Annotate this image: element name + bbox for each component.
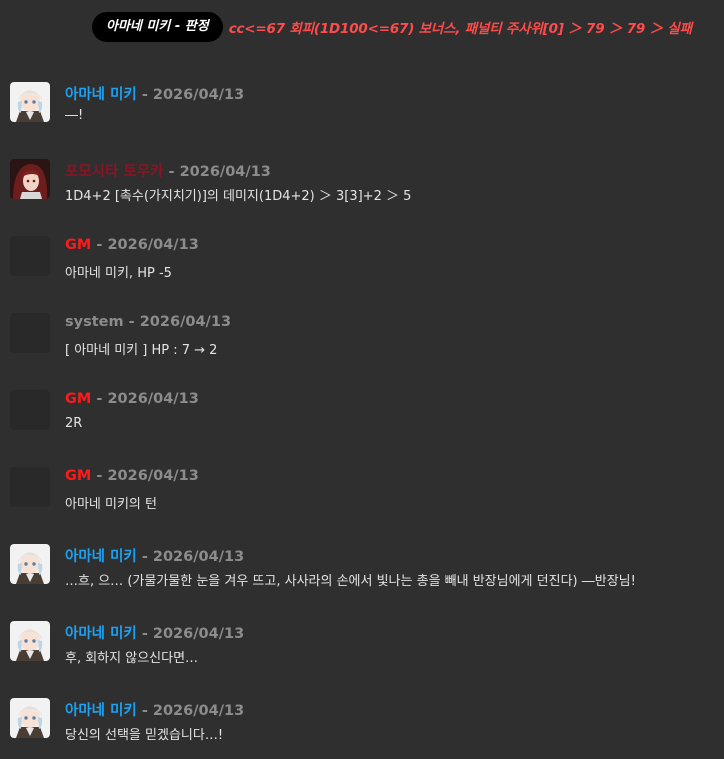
amane-avatar-icon [10,698,50,738]
message-text: 2R [65,416,83,431]
sender-name: 아마네 미키 [65,87,137,103]
sender-name: GM [65,237,92,253]
chat-message: 아마네 미키 - 2026/04/13 …흐, 으… (가물가물한 눈을 겨우 … [10,544,710,604]
message-text: 후, 회하지 않으신다면… [65,651,199,666]
chat-message: 포모시타 토우카 - 2026/04/13 1D4+2 [촉수(가지치기)]의 … [10,159,710,219]
amane-avatar-icon [10,82,50,122]
message-date: - 2026/04/13 [141,549,245,565]
sender-name: 아마네 미키 [65,703,137,719]
message-header: GM - 2026/04/13 [65,391,199,407]
sender-name: 아마네 미키 [65,549,137,565]
message-header: 아마네 미키 - 2026/04/13 [65,622,244,643]
sender-name: GM [65,468,92,484]
blank-avatar[interactable] [10,236,50,276]
message-text: 아마네 미키, HP -5 [65,266,172,281]
message-date: - 2026/04/13 [141,626,245,642]
redhair-avatar[interactable] [10,159,50,199]
chat-message: 아마네 미키 - 2026/04/13 후, 회하지 않으신다면… [10,621,710,681]
message-text: 1D4+2 [촉수(가지치기)]의 데미지(1D4+2) ＞ 3[3]+2 ＞ … [65,189,412,204]
message-date: - 2026/04/13 [96,391,199,407]
message-text: 아마네 미키의 턴 [65,497,157,512]
message-text: 당신의 선택을 믿겠습니다…! [65,728,224,743]
blank-avatar[interactable] [10,313,50,353]
message-header: 포모시타 토우카 - 2026/04/13 [65,160,271,181]
message-header: system - 2026/04/13 [65,314,231,330]
message-date: - 2026/04/13 [168,164,271,180]
chat-message: GM - 2026/04/13 아마네 미키의 턴 [10,467,710,527]
message-header: GM - 2026/04/13 [65,468,199,484]
message-header: 아마네 미키 - 2026/04/13 [65,83,244,104]
message-date: - 2026/04/13 [141,703,245,719]
sender-name: 아마네 미키 [65,626,137,642]
chat-message: system - 2026/04/13 [ 아마네 미키 ] HP : 7 → … [10,313,710,373]
chat-message: GM - 2026/04/13 아마네 미키, HP -5 [10,236,710,296]
message-text: ―! [65,108,84,123]
redhair-avatar-icon [10,159,50,199]
message-header: GM - 2026/04/13 [65,237,199,253]
message-header: 아마네 미키 - 2026/04/13 [65,699,244,720]
message-text: [ 아마네 미키 ] HP : 7 → 2 [65,343,218,358]
roll-speaker-chip: 아마네 미키 - 판정 [92,12,223,42]
sender-name: GM [65,391,92,407]
amane-avatar[interactable] [10,82,50,122]
amane-avatar[interactable] [10,544,50,584]
dice-roll-message: 아마네 미키 - 판정 cc<=67 회피(1D100<=67) 보너스, 패널… [92,12,724,42]
blank-avatar[interactable] [10,390,50,430]
message-date: - 2026/04/13 [128,314,232,330]
message-date: - 2026/04/13 [96,468,199,484]
amane-avatar[interactable] [10,621,50,661]
message-date: - 2026/04/13 [96,237,199,253]
amane-avatar-icon [10,544,50,584]
chat-log: 아마네 미키 - 판정 cc<=67 회피(1D100<=67) 보너스, 패널… [0,0,724,759]
sender-name: system [65,314,124,330]
message-text: …흐, 으… (가물가물한 눈을 겨우 뜨고, 사사라의 손에서 빛나는 총을 … [65,574,636,589]
amane-avatar-icon [10,621,50,661]
chat-message: 아마네 미키 - 2026/04/13 ―! [10,82,710,142]
blank-avatar[interactable] [10,467,50,507]
amane-avatar[interactable] [10,698,50,738]
chat-message: 아마네 미키 - 2026/04/13 당신의 선택을 믿겠습니다…! [10,698,710,758]
message-header: 아마네 미키 - 2026/04/13 [65,545,244,566]
sender-name: 포모시타 토우카 [65,164,164,180]
roll-result-text: cc<=67 회피(1D100<=67) 보너스, 패널티 주사위[0] ＞ 7… [228,21,692,37]
message-date: - 2026/04/13 [141,87,245,103]
chat-message: GM - 2026/04/13 2R [10,390,710,450]
